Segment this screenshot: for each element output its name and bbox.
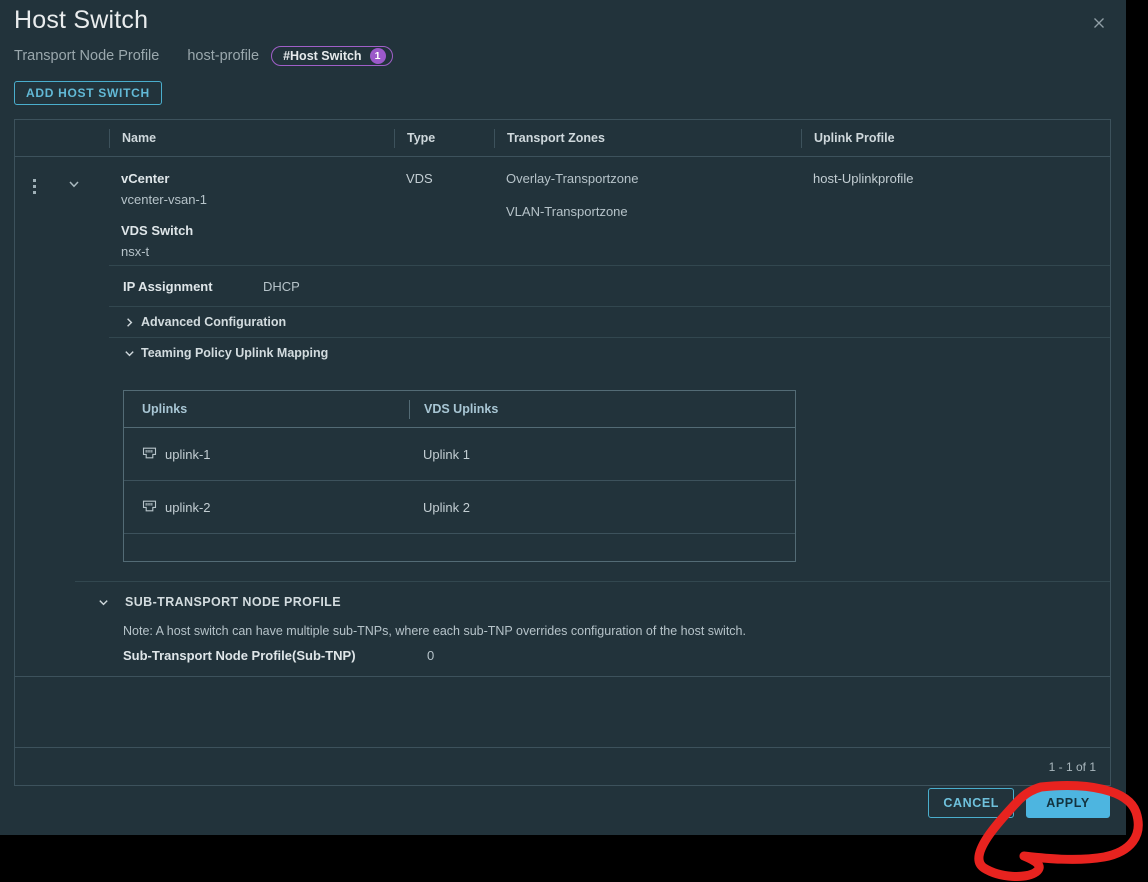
column-header-transport-zones[interactable]: Transport Zones: [494, 128, 801, 148]
vcenter-label: vCenter: [121, 171, 170, 186]
vds-uplink-name: Uplink 2: [423, 499, 470, 515]
uplink-row: uplink-1 Uplink 1: [124, 428, 795, 481]
chevron-down-icon: [123, 348, 135, 359]
sub-tnp-toggle[interactable]: SUB-TRANSPORT NODE PROFILE: [75, 592, 1110, 612]
table-row-summary: vCenter vcenter-vsan-1 VDS Switch nsx-t …: [15, 157, 1110, 265]
uplink-table-blank-row: [124, 534, 795, 561]
host-switch-table: Name Type Transport Zones Uplink Profile: [14, 119, 1111, 786]
cell-uplink-profile: host-Uplinkprofile: [813, 171, 914, 186]
row-controls: [15, 171, 109, 265]
sub-tnp-note: Note: A host switch can have multiple su…: [123, 624, 746, 638]
ethernet-port-icon: [142, 446, 157, 463]
column-header-uplink-profile[interactable]: Uplink Profile: [801, 128, 1110, 148]
dialog-footer: CANCEL APPLY: [0, 771, 1126, 835]
cancel-button[interactable]: CANCEL: [928, 788, 1014, 818]
sub-tnp-count-row: Sub-Transport Node Profile(Sub-TNP) 0: [123, 648, 1110, 663]
uplink-name: uplink-2: [165, 499, 211, 515]
page-title: Host Switch: [14, 6, 149, 34]
teaming-policy-toggle[interactable]: Teaming Policy Uplink Mapping: [109, 337, 1110, 368]
breadcrumb-value: host-profile: [187, 48, 260, 64]
table-empty-area: [15, 676, 1110, 747]
sub-tnp-count-value: 0: [427, 648, 435, 663]
kebab-menu-icon[interactable]: [15, 177, 53, 194]
chevron-down-icon[interactable]: [53, 177, 95, 191]
apply-button[interactable]: APPLY: [1026, 788, 1110, 818]
ethernet-port-icon: [142, 499, 157, 516]
uplink-name: uplink-1: [165, 446, 211, 462]
ip-assignment-row: IP Assignment DHCP: [109, 265, 1110, 306]
close-icon[interactable]: [1088, 12, 1110, 34]
uplink-mapping-table: Uplinks VDS Uplinks uplink-1 Uplink 1 up…: [123, 390, 796, 562]
table-header-row: Name Type Transport Zones Uplink Profile: [15, 120, 1110, 157]
ip-assignment-value: DHCP: [263, 279, 300, 294]
ip-assignment-label: IP Assignment: [123, 279, 213, 294]
advanced-configuration-label: Advanced Configuration: [141, 315, 287, 329]
chevron-right-icon: [123, 317, 135, 328]
status-badge-label: #Host Switch: [283, 49, 362, 63]
cell-transport-zones: Overlay-Transportzone VLAN-Transportzone: [494, 171, 801, 265]
status-badge-count: 1: [369, 48, 386, 64]
transport-zone-item: Overlay-Transportzone: [506, 171, 639, 186]
table-row: vCenter vcenter-vsan-1 VDS Switch nsx-t …: [15, 157, 1110, 676]
sub-tnp-heading: SUB-TRANSPORT NODE PROFILE: [125, 595, 341, 609]
column-header-controls: [15, 129, 109, 148]
status-badge[interactable]: #Host Switch 1: [271, 46, 393, 66]
transport-zone-item: VLAN-Transportzone: [506, 204, 628, 219]
chevron-down-icon: [97, 597, 109, 608]
uplink-table-header: Uplinks VDS Uplinks: [124, 391, 795, 428]
uplink-name-cell: uplink-1: [124, 446, 409, 463]
cell-type: VDS: [406, 171, 433, 186]
add-host-switch-button[interactable]: ADD HOST SWITCH: [14, 81, 162, 105]
sub-transport-node-profile-section: SUB-TRANSPORT NODE PROFILE Note: A host …: [75, 581, 1110, 663]
vcenter-value: vcenter-vsan-1: [121, 192, 207, 207]
breadcrumb: Transport Node Profile host-profile #Hos…: [14, 46, 393, 66]
vds-switch-value: nsx-t: [121, 244, 150, 259]
teaming-policy-label: Teaming Policy Uplink Mapping: [141, 346, 329, 360]
column-header-type[interactable]: Type: [394, 128, 494, 148]
uplink-name-cell: uplink-2: [124, 499, 409, 516]
uplink-mapping-area: Uplinks VDS Uplinks uplink-1 Uplink 1 up…: [109, 368, 1110, 572]
breadcrumb-label: Transport Node Profile: [14, 48, 160, 64]
uplink-row: uplink-2 Uplink 2: [124, 481, 795, 534]
sub-tnp-count-label: Sub-Transport Node Profile(Sub-TNP): [123, 648, 356, 663]
column-header-vds-uplinks: VDS Uplinks: [409, 399, 795, 419]
vds-switch-label: VDS Switch: [121, 223, 194, 238]
vds-uplink-name: Uplink 1: [423, 446, 470, 462]
host-switch-dialog: Host Switch Transport Node Profile host-…: [0, 0, 1126, 835]
column-header-name[interactable]: Name: [109, 128, 394, 148]
cell-name: vCenter vcenter-vsan-1 VDS Switch nsx-t: [109, 171, 394, 265]
column-header-uplinks: Uplinks: [142, 402, 188, 416]
advanced-configuration-toggle[interactable]: Advanced Configuration: [109, 306, 1110, 337]
